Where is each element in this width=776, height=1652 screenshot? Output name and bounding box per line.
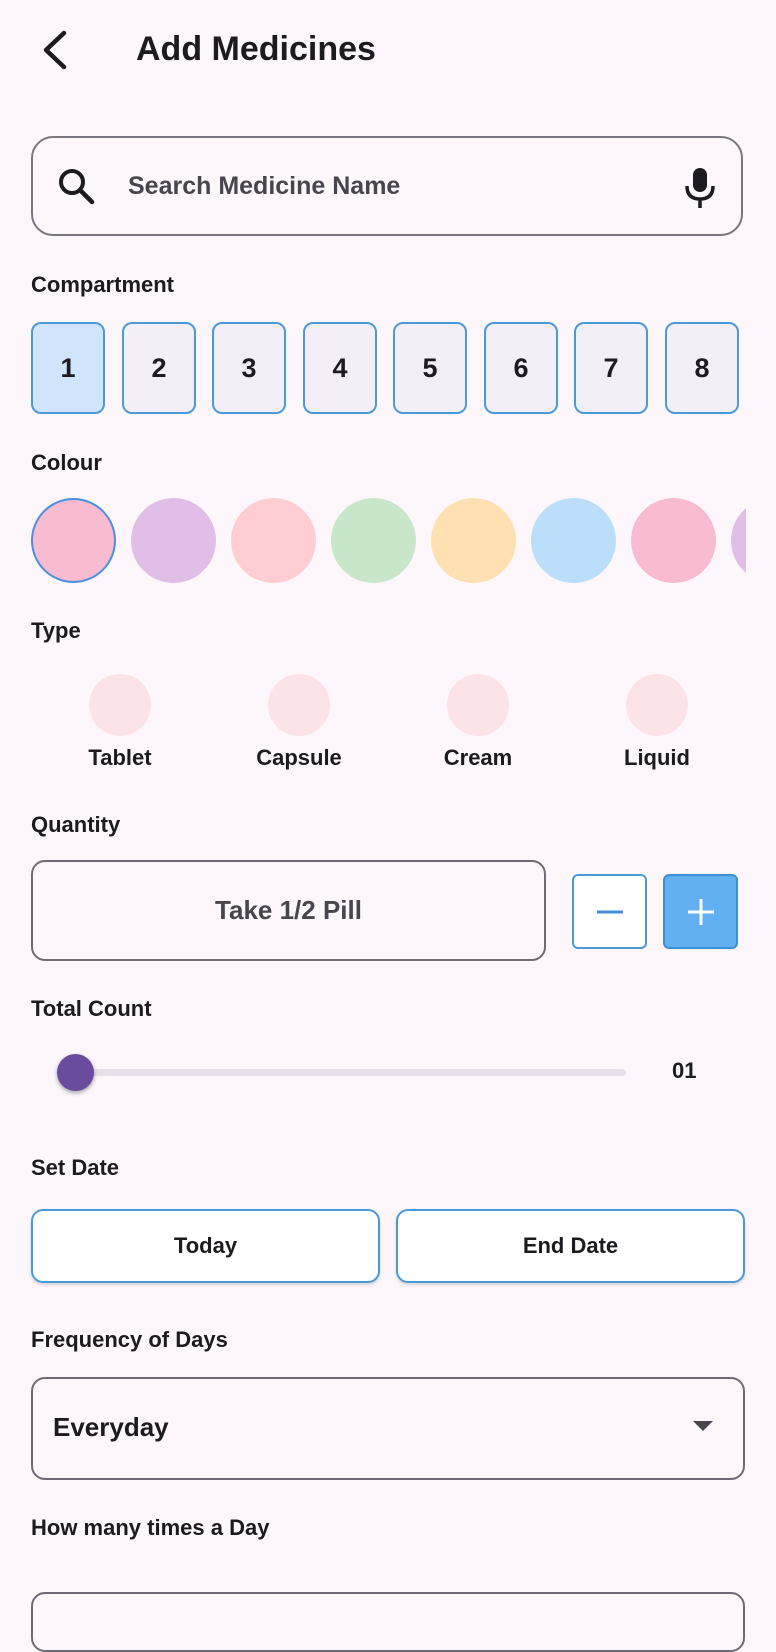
- total-count-value: 01: [672, 1058, 697, 1083]
- compartment-button-2[interactable]: 2: [122, 322, 196, 414]
- end-date-button[interactable]: End Date: [396, 1209, 745, 1283]
- quantity-decrease-button[interactable]: [572, 874, 647, 949]
- type-option-capsule[interactable]: Capsule: [224, 672, 374, 782]
- cream-icon: [447, 674, 509, 736]
- colour-swatch[interactable]: [431, 498, 516, 583]
- mic-icon[interactable]: [680, 166, 720, 210]
- arrow-back-icon: [43, 30, 67, 70]
- times-per-day-label: How many times a Day: [31, 1515, 270, 1540]
- colour-swatch[interactable]: [731, 498, 746, 583]
- type-option-cream[interactable]: Cream: [403, 672, 553, 782]
- colour-swatch[interactable]: [531, 498, 616, 583]
- type-label: Type: [31, 618, 81, 643]
- total-count-slider-thumb[interactable]: [57, 1054, 94, 1091]
- quantity-field: Take 1/2 Pill: [31, 860, 546, 961]
- type-option-label: Tablet: [88, 745, 152, 770]
- colour-swatch-list: [31, 498, 746, 584]
- colour-swatch[interactable]: [131, 498, 216, 583]
- colour-swatch[interactable]: [331, 498, 416, 583]
- colour-label: Colour: [31, 450, 102, 475]
- compartment-button-4[interactable]: 4: [303, 322, 377, 414]
- compartment-button-3[interactable]: 3: [212, 322, 286, 414]
- compartment-button-7[interactable]: 7: [574, 322, 648, 414]
- plus-icon: [687, 898, 714, 925]
- dropdown-caret-icon: [693, 1421, 713, 1431]
- quantity-increase-button[interactable]: [663, 874, 738, 949]
- colour-swatch[interactable]: [31, 498, 116, 583]
- times-per-day-field[interactable]: [31, 1592, 745, 1652]
- liquid-icon: [626, 674, 688, 736]
- compartment-button-6[interactable]: 6: [484, 322, 558, 414]
- compartment-label: Compartment: [31, 272, 175, 297]
- page-title: Add Medicines: [136, 30, 376, 68]
- compartment-button-5[interactable]: 5: [393, 322, 467, 414]
- compartment-button-8[interactable]: 8: [665, 322, 739, 414]
- tablet-icon: [89, 674, 151, 736]
- capsule-icon: [268, 674, 330, 736]
- search-input[interactable]: [128, 165, 648, 207]
- type-option-label: Liquid: [624, 745, 690, 770]
- frequency-select[interactable]: Everyday: [31, 1377, 745, 1480]
- set-date-label: Set Date: [31, 1155, 120, 1180]
- type-option-tablet[interactable]: Tablet: [45, 672, 195, 782]
- total-count-label: Total Count: [31, 996, 152, 1021]
- colour-swatch[interactable]: [231, 498, 316, 583]
- minus-icon: [596, 910, 623, 913]
- start-date-button[interactable]: Today: [31, 1209, 380, 1283]
- type-option-liquid[interactable]: Liquid: [582, 672, 732, 782]
- quantity-label: Quantity: [31, 812, 121, 837]
- frequency-selected-value: Everyday: [53, 1412, 169, 1442]
- total-count-slider-track[interactable]: [76, 1069, 626, 1076]
- search-icon: [59, 169, 95, 205]
- type-option-label: Cream: [443, 745, 513, 770]
- type-option-label: Capsule: [256, 745, 342, 770]
- back-button[interactable]: [30, 22, 80, 78]
- compartment-button-1[interactable]: 1: [31, 322, 105, 414]
- colour-swatch[interactable]: [631, 498, 716, 583]
- frequency-label: Frequency of Days: [31, 1327, 228, 1352]
